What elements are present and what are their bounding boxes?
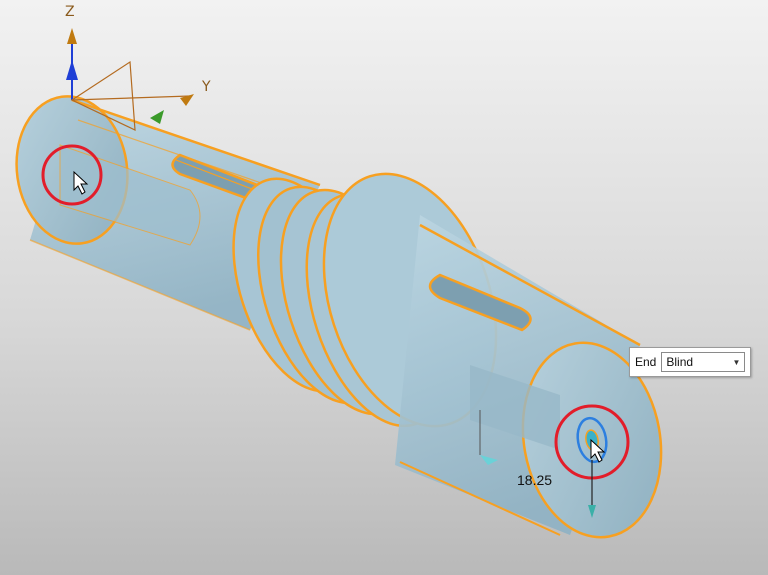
3d-viewport[interactable] bbox=[0, 0, 768, 575]
end-condition-value: Blind bbox=[666, 355, 694, 369]
end-condition-select[interactable]: Blind ▼ bbox=[661, 352, 746, 372]
end-condition-label: End bbox=[635, 355, 657, 369]
shaft-right-section[interactable] bbox=[395, 215, 676, 548]
dimension-value-label[interactable]: 18.25 bbox=[517, 472, 552, 488]
end-condition-panel: End Blind ▼ bbox=[629, 347, 751, 377]
y-axis-label: Y bbox=[202, 79, 211, 95]
z-axis-label: Z bbox=[65, 4, 75, 20]
dropdown-caret-icon: ▼ bbox=[732, 357, 741, 367]
